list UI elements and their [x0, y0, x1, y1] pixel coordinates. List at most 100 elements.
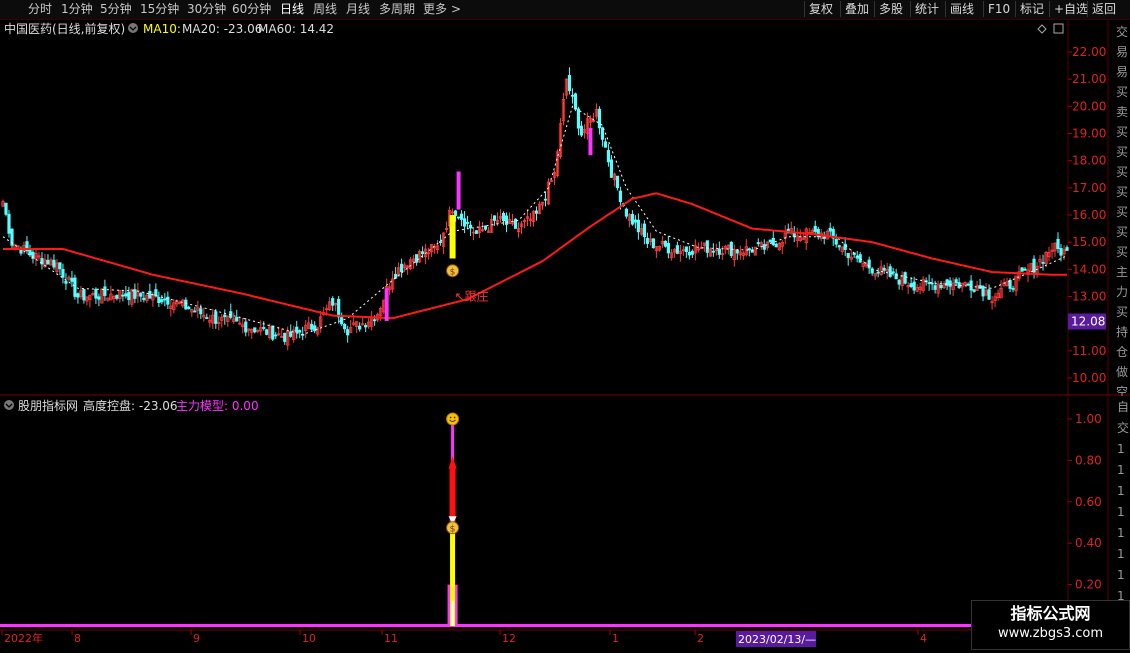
candle-body	[834, 238, 838, 245]
toolbar-button-1[interactable]: 叠加	[840, 1, 873, 17]
side-panel-char: 买	[1116, 165, 1128, 179]
candle-body	[768, 239, 772, 243]
period-tab-8[interactable]: 月线	[346, 1, 370, 17]
chart-title: 中国医药(日线,前复权)	[4, 21, 125, 36]
period-tab-6[interactable]: 日线	[280, 1, 304, 17]
period-tab-5[interactable]: 60分钟	[232, 1, 271, 17]
side-panel-char: 1	[1117, 505, 1125, 519]
toolbar-button-3[interactable]: 统计	[910, 1, 943, 17]
candle-body	[645, 237, 649, 244]
candle-body	[606, 150, 611, 163]
side-panel-char: 力	[1116, 285, 1128, 299]
diamond-icon[interactable]	[1037, 24, 1047, 34]
candle-body	[903, 272, 907, 284]
side-panel-char: 易	[1116, 45, 1128, 59]
side-panel-char: 自	[1117, 400, 1129, 414]
window-box-icon[interactable]	[1053, 23, 1064, 34]
side-panel-char: 仓	[1116, 345, 1128, 359]
period-tab-10[interactable]: 更多	[423, 1, 447, 17]
candle-body	[465, 222, 470, 224]
candle-body	[570, 94, 575, 97]
toolbar-button-2[interactable]: 多股	[874, 1, 907, 17]
period-toolbar: 分时 1分钟 5分钟 15分钟 30分钟 60分钟 日线 周线 月线 多周期 更多 > 复权 叠加 多股 统计…	[0, 0, 1130, 20]
candle-body	[94, 288, 98, 299]
period-tab-4[interactable]: 30分钟	[187, 1, 226, 17]
watermark-title: 指标公式网	[1010, 604, 1091, 623]
candle-body	[690, 250, 694, 255]
indicator-chart-svg[interactable]: 1.00 0.80 0.60 0.40 0.20 股朋指标网 高度控盘: -23.06主力模…	[0, 397, 1130, 629]
candle-body	[70, 277, 74, 282]
candle-body	[82, 289, 86, 301]
price-tick-label: 13.00	[1072, 290, 1106, 304]
time-tick-label: 2022年	[4, 631, 43, 645]
candle-body	[244, 321, 248, 333]
period-tab-3[interactable]: 15分钟	[140, 1, 179, 17]
ind-tick-label: 1.00	[1075, 412, 1102, 426]
candle-body	[154, 289, 158, 297]
candle-body	[124, 293, 128, 297]
candle-body	[148, 291, 152, 299]
ind-toggle-icon[interactable]	[4, 400, 14, 410]
candle-body	[846, 252, 850, 259]
time-tick-label: 12	[502, 632, 516, 645]
toolbar-button-0[interactable]: 复权	[804, 1, 837, 17]
candle-body	[373, 319, 377, 322]
candle-body	[1059, 248, 1063, 256]
candle-body	[828, 227, 832, 232]
candle-body	[283, 332, 287, 342]
candle-body	[543, 198, 548, 201]
side-panel-char: 做	[1116, 364, 1128, 379]
toolbar-button-7[interactable]: +自选	[1049, 1, 1092, 17]
candle-body	[310, 323, 314, 330]
toolbar-button-4[interactable]: 画线	[945, 1, 978, 17]
candle-body	[46, 259, 50, 265]
period-tab-0[interactable]: 分时	[28, 1, 52, 17]
candle-body	[972, 289, 976, 292]
candle-body	[1020, 267, 1024, 272]
side-panel-char: 买	[1116, 225, 1128, 239]
candle-body	[61, 268, 65, 278]
candle-body	[274, 334, 278, 337]
candle-body	[127, 291, 131, 301]
price-chart[interactable]: 22.00 21.00 20.00 19.00 18.00 17.00 16.00 15.00…	[0, 20, 1130, 399]
candle-body	[687, 252, 691, 256]
main-model-label: 主力模型: 0.00	[176, 399, 259, 413]
candle-body	[337, 298, 341, 318]
candle-body	[184, 299, 188, 310]
candle-body	[214, 311, 218, 324]
candle-body	[858, 254, 862, 263]
period-tab-7[interactable]: 周线	[313, 1, 337, 17]
toolbar-button-5[interactable]: F10	[983, 1, 1014, 17]
price-chart-svg[interactable]: 22.00 21.00 20.00 19.00 18.00 17.00 16.00 15.00…	[0, 20, 1130, 399]
candle-body	[187, 306, 191, 310]
candle-body	[394, 273, 398, 279]
candle-body	[609, 159, 614, 178]
ind-tick-label: 0.40	[1075, 536, 1102, 550]
price-tick-label: 16.00	[1072, 208, 1106, 222]
candle-body	[663, 240, 667, 247]
candle-body	[675, 245, 679, 254]
candle-body	[876, 271, 880, 274]
candle-body	[843, 243, 847, 250]
toolbar-button-8[interactable]: 返回	[1087, 1, 1120, 17]
time-tick-label: 1	[612, 632, 619, 645]
candle-body	[633, 219, 638, 223]
side-panel-char: 1	[1117, 442, 1125, 456]
period-tab-1[interactable]: 1分钟	[61, 1, 93, 17]
candle-body	[822, 236, 826, 239]
candle-body	[163, 298, 167, 301]
more-chevron-icon[interactable]: >	[451, 1, 461, 17]
side-panel-char: 持	[1116, 324, 1128, 339]
candle-body	[567, 74, 572, 92]
period-tab-9[interactable]: 多周期	[379, 1, 415, 17]
ma60-label: MA60: 14.42	[258, 22, 334, 36]
candle-body	[289, 331, 293, 337]
indicator-chart[interactable]: 1.00 0.80 0.60 0.40 0.20 股朋指标网 高度控盘: -23.06 主力模…	[0, 397, 1130, 629]
candle-body	[421, 251, 425, 255]
period-tab-2[interactable]: 5分钟	[100, 1, 132, 17]
toolbar-button-6[interactable]: 标记	[1015, 1, 1048, 17]
ma-toggle-icon[interactable]	[128, 23, 138, 33]
candle-body	[987, 289, 991, 300]
money-bag-glyph: $	[450, 525, 456, 535]
candle-body	[271, 325, 275, 340]
